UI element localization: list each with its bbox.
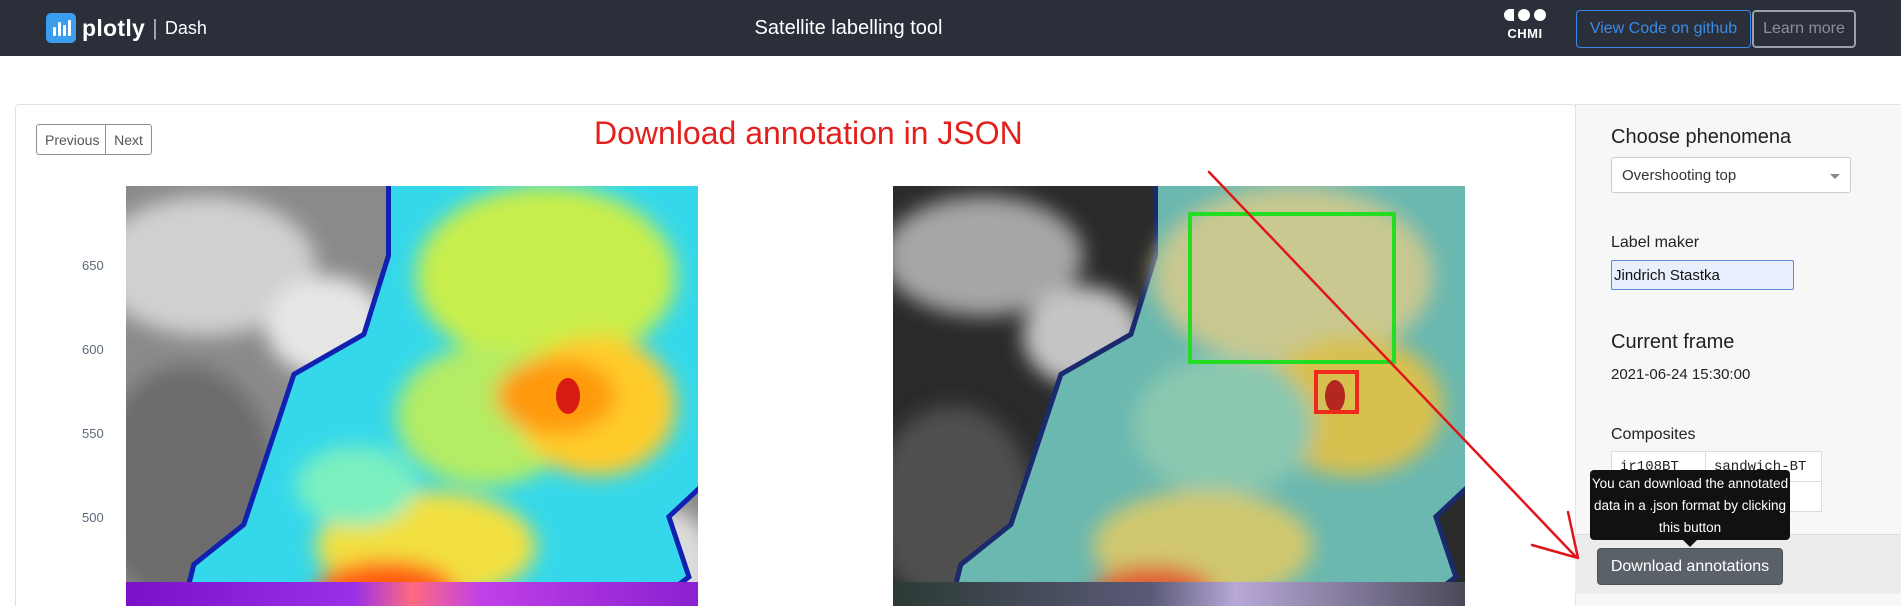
y-tick-label: 550 — [82, 426, 104, 441]
y-tick-label: 650 — [82, 258, 104, 273]
ir108-heatmap — [126, 186, 698, 606]
frame-pager: Previous Next — [36, 124, 152, 155]
next-button[interactable]: Next — [106, 124, 152, 155]
phenomena-selected-value: Overshooting top — [1622, 167, 1737, 184]
satellite-image-sandwich[interactable] — [893, 186, 1465, 606]
top-navbar: plotly | Dash Satellite labelling tool C… — [0, 0, 1901, 56]
chmi-logo[interactable]: CHMI — [1503, 7, 1547, 41]
sandwich-composite — [893, 186, 1465, 606]
view-code-button[interactable]: View Code on github — [1576, 10, 1751, 48]
download-tooltip: You can download the annotated data in a… — [1590, 470, 1790, 547]
chmi-logo-text: CHMI — [1507, 26, 1543, 41]
composites-heading: Composites — [1611, 426, 1696, 443]
download-annotations-button[interactable]: Download annotations — [1597, 548, 1783, 585]
y-tick-label: 500 — [82, 510, 104, 525]
satellite-image-ir108[interactable] — [126, 186, 698, 606]
annotation-caption: Download annotation in JSON — [594, 115, 1023, 151]
current-frame-heading: Current frame — [1611, 331, 1735, 353]
chevron-down-icon[interactable] — [1830, 174, 1840, 179]
label-maker-input[interactable] — [1611, 260, 1794, 290]
current-frame-value: 2021-06-24 15:30:00 — [1611, 366, 1751, 383]
y-tick-label: 600 — [82, 342, 104, 357]
previous-button[interactable]: Previous — [36, 124, 106, 155]
chmi-circles-icon — [1503, 7, 1547, 23]
label-maker-heading: Label maker — [1611, 234, 1700, 251]
phenomena-dropdown[interactable]: Overshooting top — [1611, 157, 1851, 193]
phenomena-heading: Choose phenomena — [1611, 126, 1792, 148]
learn-more-button[interactable]: Learn more — [1751, 9, 1857, 49]
app-title: Satellite labelling tool — [754, 17, 943, 39]
